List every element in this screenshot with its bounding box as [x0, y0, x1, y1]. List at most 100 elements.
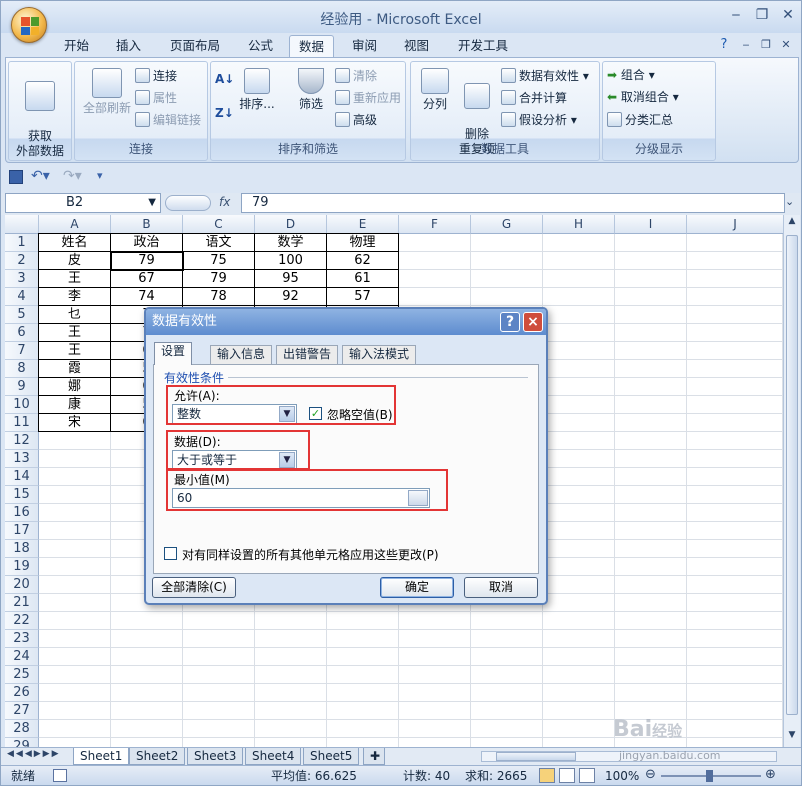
- cell[interactable]: [615, 594, 687, 612]
- cell[interactable]: [543, 558, 615, 576]
- cell[interactable]: [39, 702, 111, 720]
- row-header[interactable]: 10: [5, 396, 39, 414]
- cell[interactable]: [615, 306, 687, 324]
- cell[interactable]: [615, 630, 687, 648]
- zoom-in-icon[interactable]: ⊕: [765, 767, 776, 782]
- row-header[interactable]: 6: [5, 324, 39, 342]
- cell[interactable]: 娜: [39, 378, 111, 396]
- text-to-columns-button[interactable]: 分列: [415, 68, 455, 112]
- cell[interactable]: [255, 720, 327, 738]
- name-box-dropdown-icon[interactable]: ▼: [148, 194, 156, 212]
- subtotal-button[interactable]: 分类汇总: [607, 112, 673, 128]
- row-header[interactable]: 22: [5, 612, 39, 630]
- column-header[interactable]: A: [39, 215, 111, 234]
- customize-qat-icon[interactable]: ▾: [97, 169, 103, 182]
- cell[interactable]: [543, 468, 615, 486]
- cell[interactable]: [255, 702, 327, 720]
- cell[interactable]: [327, 684, 399, 702]
- cell[interactable]: 78: [183, 288, 255, 306]
- cell[interactable]: [615, 378, 687, 396]
- vertical-scrollbar[interactable]: ▲ ▼: [783, 215, 800, 747]
- row-header[interactable]: 5: [5, 306, 39, 324]
- cell[interactable]: [111, 612, 183, 630]
- cell[interactable]: [615, 504, 687, 522]
- row-header[interactable]: 27: [5, 702, 39, 720]
- cell[interactable]: [39, 576, 111, 594]
- cell[interactable]: [615, 360, 687, 378]
- cell[interactable]: [111, 666, 183, 684]
- normal-view-icon[interactable]: [539, 768, 555, 783]
- cell[interactable]: [615, 252, 687, 270]
- row-header[interactable]: 28: [5, 720, 39, 738]
- cell[interactable]: [543, 450, 615, 468]
- row-header[interactable]: 21: [5, 594, 39, 612]
- cell[interactable]: [399, 720, 471, 738]
- cell[interactable]: [471, 234, 543, 252]
- data-validation-button[interactable]: 数据有效性 ▾: [501, 68, 589, 84]
- cell[interactable]: [327, 738, 399, 747]
- cell[interactable]: [543, 612, 615, 630]
- advanced-button[interactable]: 高级: [335, 112, 377, 128]
- cell[interactable]: [687, 432, 783, 450]
- close-icon[interactable]: ✕: [775, 5, 801, 25]
- zoom-level[interactable]: 100%: [605, 768, 639, 784]
- cell[interactable]: [399, 738, 471, 747]
- row-header[interactable]: 13: [5, 450, 39, 468]
- cell[interactable]: [471, 702, 543, 720]
- cell[interactable]: [687, 468, 783, 486]
- scroll-thumb[interactable]: [786, 235, 798, 715]
- row-header[interactable]: 4: [5, 288, 39, 306]
- column-header[interactable]: F: [399, 215, 471, 234]
- cell[interactable]: [39, 684, 111, 702]
- cell[interactable]: [543, 486, 615, 504]
- row-header[interactable]: 24: [5, 648, 39, 666]
- cell[interactable]: [399, 234, 471, 252]
- cell[interactable]: 物理: [327, 234, 399, 252]
- row-header[interactable]: 3: [5, 270, 39, 288]
- h-scroll-thumb[interactable]: [496, 752, 576, 761]
- cell[interactable]: 王: [39, 324, 111, 342]
- cell[interactable]: 79: [111, 252, 183, 270]
- cell[interactable]: [327, 666, 399, 684]
- cell[interactable]: [255, 630, 327, 648]
- dialog-close-icon[interactable]: ×: [523, 312, 543, 332]
- row-header[interactable]: 11: [5, 414, 39, 432]
- apply-all-label[interactable]: 对有同样设置的所有其他单元格应用这些更改(P): [182, 546, 439, 563]
- cell[interactable]: [471, 738, 543, 747]
- column-header[interactable]: I: [615, 215, 687, 234]
- page-layout-view-icon[interactable]: [559, 768, 575, 783]
- sort-desc-icon[interactable]: Z↓: [215, 106, 234, 121]
- cell[interactable]: [471, 648, 543, 666]
- clear-button[interactable]: 清除: [335, 68, 377, 84]
- connections-button[interactable]: 连接: [135, 68, 177, 84]
- cell[interactable]: [687, 378, 783, 396]
- row-header[interactable]: 29: [5, 738, 39, 747]
- cell[interactable]: [687, 486, 783, 504]
- cell[interactable]: [111, 738, 183, 747]
- cell[interactable]: [687, 738, 783, 747]
- column-header[interactable]: J: [687, 215, 783, 234]
- wb-close-icon[interactable]: ✕: [773, 35, 799, 55]
- cell[interactable]: [687, 414, 783, 432]
- row-header[interactable]: 2: [5, 252, 39, 270]
- cell[interactable]: [615, 648, 687, 666]
- cell[interactable]: 79: [183, 270, 255, 288]
- row-header[interactable]: 9: [5, 378, 39, 396]
- cancel-button[interactable]: 取消: [464, 577, 538, 598]
- row-header[interactable]: 1: [5, 234, 39, 252]
- row-header[interactable]: 8: [5, 360, 39, 378]
- cell[interactable]: 霞: [39, 360, 111, 378]
- column-header[interactable]: D: [255, 215, 327, 234]
- cell[interactable]: [543, 702, 615, 720]
- cell[interactable]: [543, 594, 615, 612]
- cell[interactable]: [39, 486, 111, 504]
- cell[interactable]: [687, 324, 783, 342]
- cell[interactable]: [543, 306, 615, 324]
- refresh-all-button[interactable]: 全部刷新: [79, 68, 135, 116]
- cell[interactable]: 王: [39, 270, 111, 288]
- cell[interactable]: [615, 684, 687, 702]
- cell[interactable]: [471, 684, 543, 702]
- cell[interactable]: [39, 468, 111, 486]
- cell[interactable]: [543, 252, 615, 270]
- cell[interactable]: [183, 630, 255, 648]
